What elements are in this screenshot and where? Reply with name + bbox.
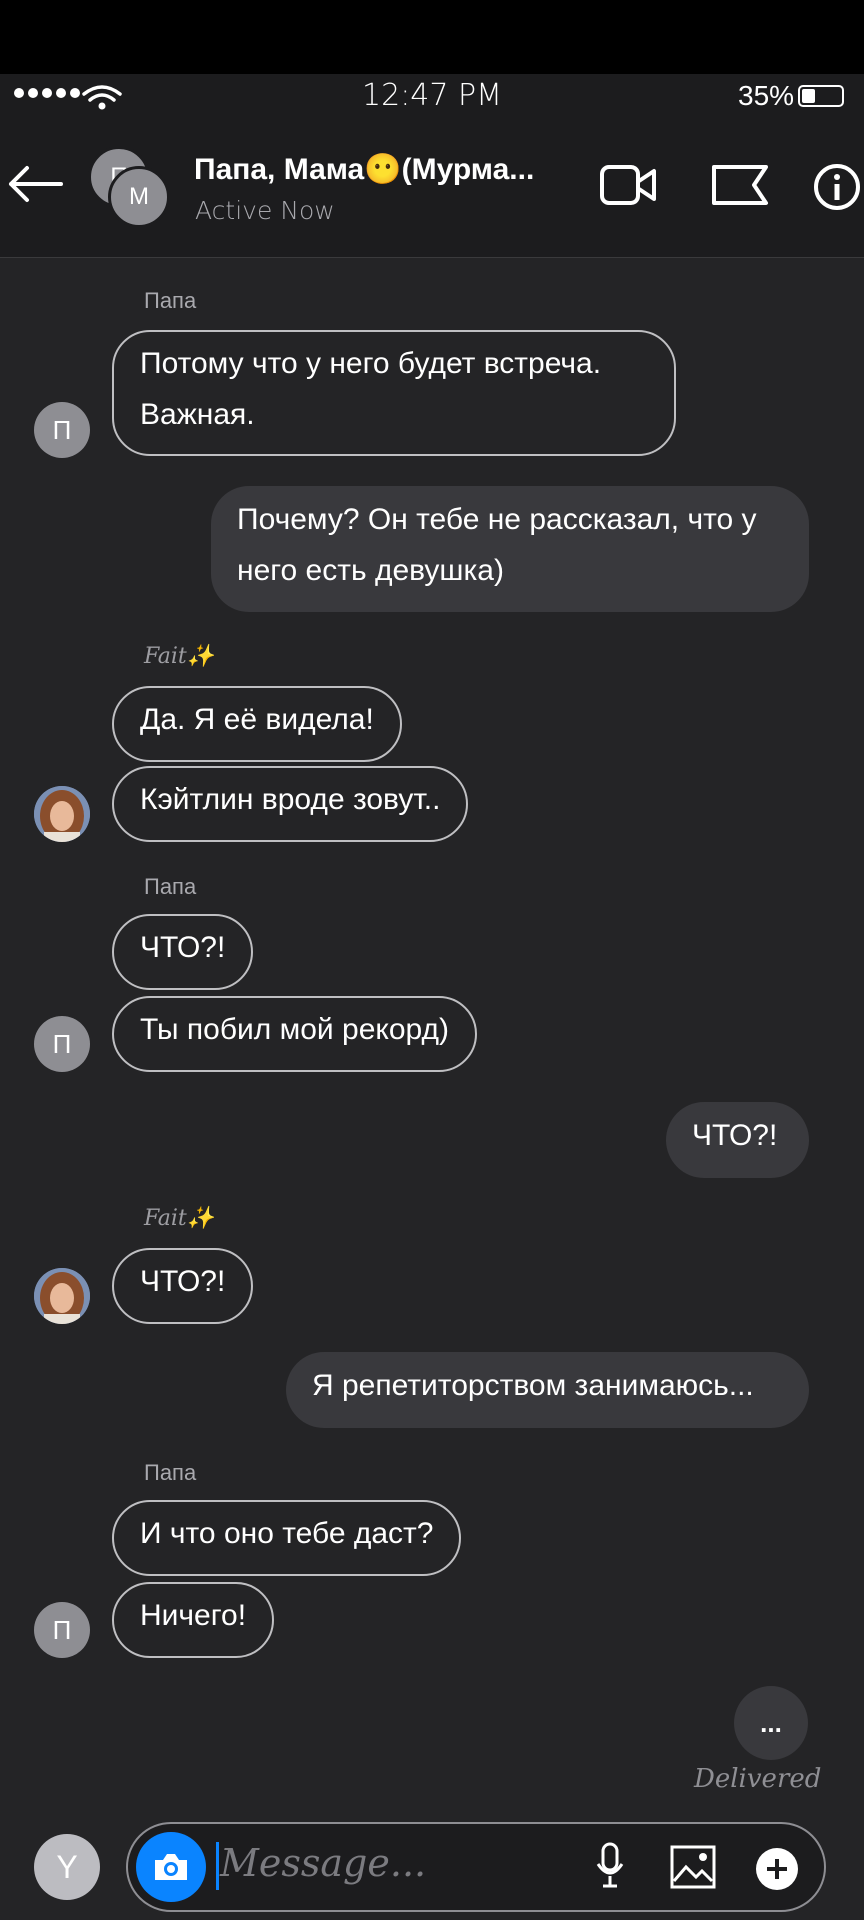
sender-name: Fait✨ [144, 644, 215, 669]
avatar-fait-photo[interactable] [34, 786, 90, 842]
microphone-icon[interactable] [590, 1838, 630, 1894]
avatar-papa[interactable]: П [34, 1016, 90, 1072]
message-composer: Message... [126, 1822, 826, 1912]
info-icon[interactable] [810, 160, 864, 214]
sender-name: Папа [144, 874, 197, 899]
chat-title[interactable]: Папа, Мама😶(Мурма... [194, 152, 534, 187]
sender-name: Папа [144, 1460, 197, 1485]
group-avatar-mama[interactable]: М [108, 166, 170, 228]
avatar-fait-photo[interactable] [34, 1268, 90, 1324]
my-avatar[interactable]: Y [34, 1834, 100, 1900]
avatar-papa[interactable]: П [34, 402, 90, 458]
message-bubble-outgoing[interactable]: Почему? Он тебе не рассказал, что у него… [211, 486, 809, 612]
avatar-papa[interactable]: П [34, 1602, 90, 1658]
message-bubble-incoming[interactable]: Ничего! [112, 1582, 275, 1658]
gallery-icon[interactable] [666, 1840, 720, 1894]
sender-name: Папа [144, 288, 197, 313]
message-bubble-incoming[interactable]: Кэйтлин вроде зовут.. [112, 766, 469, 842]
active-status: Active Now [195, 196, 335, 225]
typing-indicator: ... [734, 1686, 808, 1760]
flag-icon[interactable] [708, 160, 772, 210]
text-caret [216, 1842, 219, 1890]
camera-icon[interactable] [136, 1832, 206, 1902]
message-bubble-incoming[interactable]: ЧТО?! [112, 1248, 254, 1324]
back-arrow-icon[interactable] [4, 160, 64, 208]
video-camera-icon[interactable] [596, 160, 660, 210]
status-time: 12:47 PM [362, 78, 502, 113]
message-bubble-incoming[interactable]: И что оно тебе даст? [112, 1500, 462, 1576]
message-input[interactable]: Message... [220, 1841, 426, 1885]
message-bubble-outgoing[interactable]: ЧТО?! [666, 1102, 809, 1178]
delivered-status: Delivered [694, 1764, 822, 1794]
message-bubble-incoming[interactable]: Потому что у него будет встреча. Важная. [112, 330, 676, 456]
message-bubble-outgoing[interactable]: Я репетиторством занимаюсь... [286, 1352, 809, 1428]
sender-name: Fait✨ [144, 1206, 215, 1231]
top-black-bar [0, 0, 864, 74]
message-bubble-incoming[interactable]: ЧТО?! [112, 914, 254, 990]
battery-percentage: 35% [738, 80, 795, 111]
message-bubble-incoming[interactable]: Да. Я её видела! [112, 686, 402, 762]
message-bubble-incoming[interactable]: Ты побил мой рекорд) [112, 996, 478, 1072]
plus-icon[interactable] [750, 1842, 804, 1896]
battery-icon [798, 85, 844, 107]
